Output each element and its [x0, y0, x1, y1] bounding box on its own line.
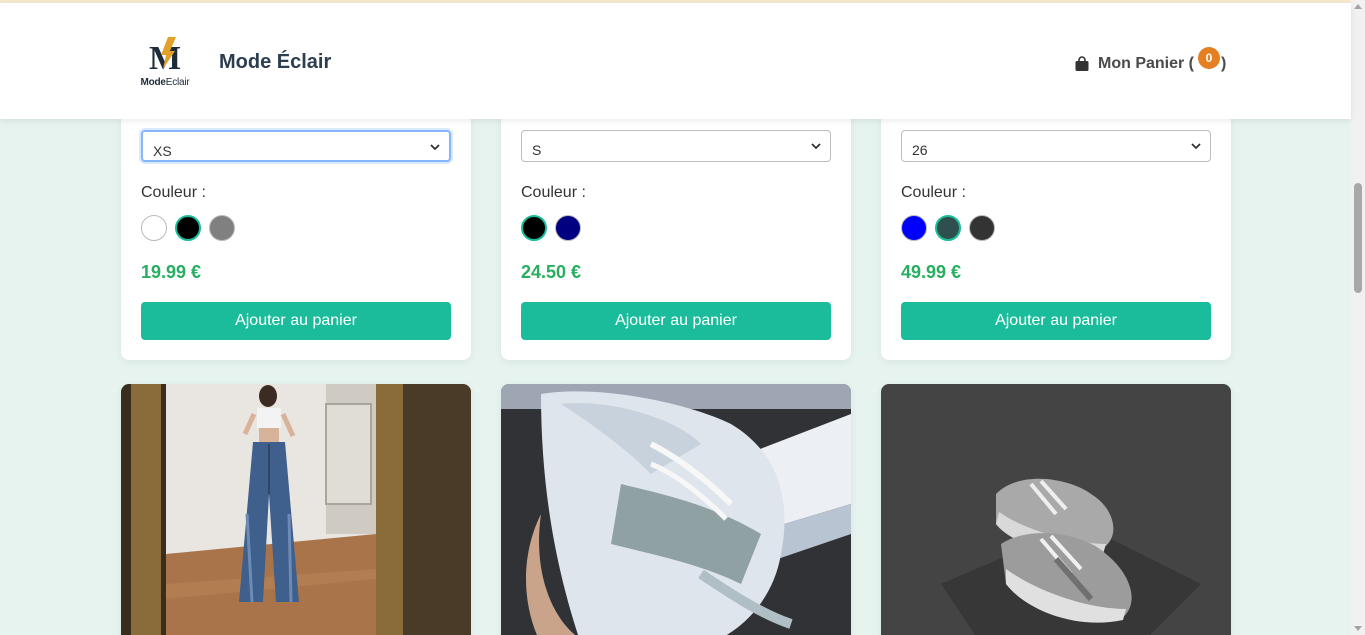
scroll-up-arrow-icon[interactable] [1354, 4, 1362, 9]
color-swatches [901, 215, 1003, 241]
color-swatch-gray[interactable] [209, 215, 235, 241]
white-sneaker-photo [501, 384, 851, 635]
scrollbar-thumb[interactable] [1354, 183, 1362, 293]
chevron-down-icon [1191, 143, 1201, 150]
add-to-cart-button[interactable]: Ajouter au panier [901, 302, 1211, 340]
color-swatch-white[interactable] [141, 215, 167, 241]
add-to-cart-button[interactable]: Ajouter au panier [521, 302, 831, 340]
product-image-card-1[interactable] [121, 384, 471, 635]
grey-sneakers-photo [881, 384, 1231, 635]
size-select-value: 26 [912, 142, 928, 158]
size-select-value: XS [153, 143, 172, 159]
color-swatch-dark-slate[interactable] [935, 215, 961, 241]
color-swatch-navy[interactable] [555, 215, 581, 241]
color-swatches [521, 215, 589, 241]
color-label: Couleur : [901, 184, 966, 201]
product-price: 19.99 € [141, 262, 202, 282]
scroll-down-arrow-icon[interactable] [1354, 626, 1362, 631]
size-select[interactable]: 26 [901, 130, 1211, 162]
cart-label: Mon Panier ( [1098, 55, 1195, 72]
logo-wordmark: ModeEclair [140, 77, 190, 88]
product-price: 24.50 € [521, 262, 582, 282]
page-scrollbar[interactable] [1351, 0, 1365, 635]
product-image-card-2[interactable] [501, 384, 851, 635]
brand-title[interactable]: Mode Éclair [219, 51, 331, 74]
color-swatches [141, 215, 243, 241]
chevron-down-icon [430, 144, 440, 151]
product-image-card-3[interactable] [881, 384, 1231, 635]
add-to-cart-button[interactable]: Ajouter au panier [141, 302, 451, 340]
cart-button[interactable]: Mon Panier ( 0 ) [1074, 47, 1227, 79]
color-label: Couleur : [141, 184, 206, 201]
brand-logo[interactable]: M ModeEclair [134, 33, 196, 91]
color-swatch-black[interactable] [521, 215, 547, 241]
size-select[interactable]: S [521, 130, 831, 162]
color-swatch-black[interactable] [175, 215, 201, 241]
shopping-bag-icon [1075, 56, 1089, 71]
color-swatch-blue[interactable] [901, 215, 927, 241]
logo-mark-icon: M [149, 37, 181, 77]
size-select-value: S [532, 142, 542, 158]
cart-label-close: ) [1221, 55, 1227, 72]
chevron-down-icon [811, 143, 821, 150]
cart-count-badge: 0 [1198, 47, 1221, 69]
site-header: M ModeEclair Mode Éclair Mon Panier ( 0 … [0, 3, 1351, 119]
size-select[interactable]: XS [141, 130, 451, 162]
color-swatch-charcoal[interactable] [969, 215, 995, 241]
color-label: Couleur : [521, 184, 586, 201]
product-price: 49.99 € [901, 262, 962, 282]
jeans-mirror-photo [121, 384, 471, 635]
